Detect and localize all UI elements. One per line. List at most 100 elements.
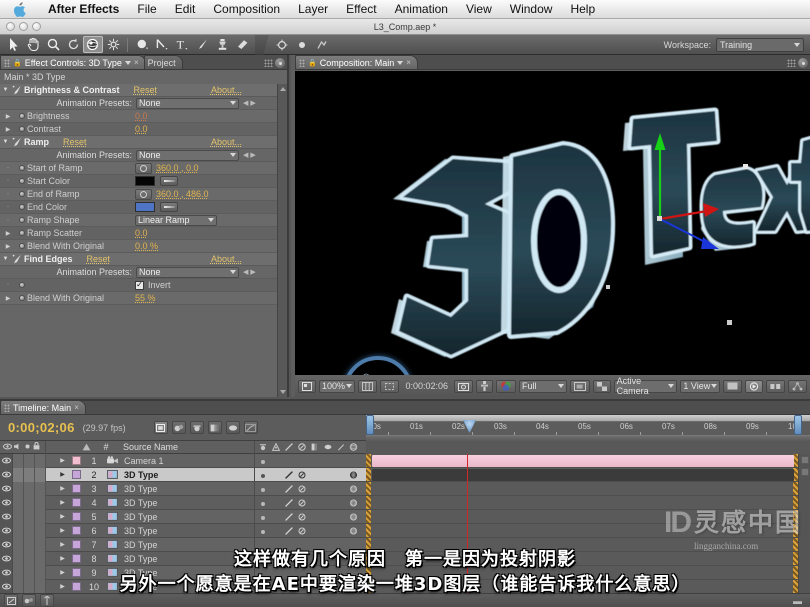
menu-effect[interactable]: Effect — [337, 0, 385, 19]
camera-view-dropdown[interactable]: Active Camera — [613, 376, 678, 396]
always-preview-button[interactable] — [298, 379, 316, 393]
puppet-overlap-tool[interactable] — [292, 36, 312, 53]
disclosure-triangle-icon[interactable]: ▶ — [56, 541, 69, 548]
video-toggle[interactable] — [0, 523, 13, 538]
three-d-renderer-button[interactable] — [788, 379, 808, 393]
close-icon[interactable]: × — [406, 58, 411, 67]
stopwatch-icon[interactable] — [16, 126, 27, 132]
about-link[interactable]: About... — [211, 254, 242, 264]
start-color-swatch[interactable] — [135, 176, 155, 186]
preset-nav-arrows[interactable]: ◀ ▶ — [243, 99, 256, 107]
shy-toggle[interactable] — [258, 526, 267, 535]
layer-switches[interactable] — [254, 454, 366, 468]
param-row-ramp-scatter[interactable]: ▶ Ramp Scatter 0.0 — [0, 227, 287, 240]
disclosure-triangle-icon[interactable]: ▶ — [56, 513, 69, 520]
quality-toggle[interactable] — [284, 498, 293, 507]
layer-bar[interactable] — [372, 469, 794, 481]
fast-previews-button[interactable] — [745, 379, 764, 393]
reset-link[interactable]: Reset — [63, 137, 87, 147]
region-of-interest-button[interactable] — [380, 379, 400, 393]
disclosure-triangle-icon[interactable]: ▶ — [0, 243, 16, 250]
menu-help[interactable]: Help — [561, 0, 604, 19]
layer-name[interactable]: 3D Type — [121, 540, 254, 550]
shy-toggle[interactable] — [258, 456, 267, 465]
eyedropper-icon[interactable] — [160, 202, 178, 212]
fx-icon[interactable] — [11, 137, 24, 147]
tab-timeline-main[interactable]: Timeline: Main × — [0, 400, 86, 414]
label-color-swatch[interactable] — [69, 512, 84, 521]
three-d-toggle[interactable] — [349, 526, 358, 535]
audio-toggle[interactable] — [13, 454, 24, 468]
tab-menu-icon[interactable] — [124, 60, 131, 65]
layer-name[interactable]: 3D Type — [121, 554, 254, 564]
zoom-dropdown[interactable]: 100% — [319, 379, 356, 393]
invert-checkbox[interactable]: ✓ — [135, 280, 144, 290]
label-color-swatch[interactable] — [69, 568, 84, 577]
audio-toggle[interactable] — [13, 481, 24, 496]
frame-blend-toggle[interactable] — [310, 498, 319, 507]
audio-toggle[interactable] — [13, 579, 24, 593]
solo-toggle[interactable] — [24, 565, 35, 580]
panel-menu-icon[interactable] — [798, 58, 808, 68]
show-snapshot-button[interactable] — [476, 379, 493, 393]
effects-toggle[interactable] — [297, 526, 306, 535]
current-timecode[interactable]: 0:00;02;06 — [0, 420, 75, 435]
toggle-switches-modes-icon[interactable] — [4, 594, 18, 607]
live-update-icon[interactable] — [153, 421, 168, 434]
lock-toggle[interactable] — [35, 481, 46, 496]
label-color-swatch[interactable] — [69, 526, 84, 535]
lock-toggle[interactable] — [35, 565, 46, 580]
timeline-track-area[interactable] — [366, 454, 810, 593]
take-snapshot-button[interactable] — [454, 379, 473, 393]
panel-grip-icon[interactable] — [4, 58, 10, 67]
timeline-zoom-control[interactable]: ▬ — [793, 596, 810, 606]
graph-editor-icon[interactable] — [243, 421, 258, 434]
table-row[interactable]: ▶ 10 3D Type — [0, 579, 366, 593]
layer-switches[interactable] — [254, 565, 366, 580]
reset-link[interactable]: Reset — [87, 254, 111, 264]
param-row-end-of-ramp[interactable]: · End of Ramp 360.0 , 486.0 — [0, 188, 287, 201]
enable-frame-blending-icon[interactable] — [207, 421, 222, 434]
table-row[interactable]: ▶ 4 3D Type — [0, 495, 366, 510]
apple-icon[interactable] — [14, 1, 27, 17]
stopwatch-icon[interactable] — [16, 282, 27, 288]
solo-toggle[interactable] — [24, 523, 35, 538]
stopwatch-icon[interactable] — [16, 295, 27, 301]
lock-toggle[interactable] — [35, 467, 46, 482]
zoom-tool[interactable] — [43, 36, 63, 53]
eraser-tool[interactable] — [232, 36, 252, 53]
scroll-thumb[interactable] — [801, 468, 809, 476]
effects-toggle[interactable] — [297, 498, 306, 507]
layer-name[interactable]: 3D Type — [121, 484, 254, 494]
audio-toggle[interactable] — [13, 523, 24, 538]
disclosure-triangle-icon[interactable]: ▶ — [0, 126, 16, 133]
param-value[interactable]: 360.0 , 0.0 — [156, 163, 199, 173]
panel-grip-icon[interactable] — [299, 58, 305, 67]
effects-toggle[interactable] — [297, 484, 306, 493]
transparency-grid-button[interactable] — [592, 379, 611, 393]
animation-presets-dropdown[interactable]: None — [136, 266, 239, 278]
three-d-toggle[interactable] — [349, 470, 358, 479]
effect-header-find-edges[interactable]: ▼ Find Edges Reset About... — [0, 253, 287, 266]
disclosure-triangle-icon[interactable]: ▶ — [56, 569, 69, 576]
video-toggle[interactable] — [0, 579, 13, 593]
layer-name[interactable]: 3D Type — [121, 470, 254, 480]
layer-number-header[interactable]: # — [95, 442, 117, 452]
param-row-findedges-blend[interactable]: ▶ Blend With Original 55 % — [0, 292, 287, 305]
quality-toggle[interactable] — [284, 484, 293, 493]
disclosure-triangle-icon[interactable]: ▶ — [56, 457, 69, 464]
label-color-swatch[interactable] — [69, 470, 84, 479]
param-row-ramp-blend[interactable]: ▶ Blend With Original 0.0 % — [0, 240, 287, 253]
region-of-interest-toggle[interactable] — [569, 379, 590, 393]
menu-edit[interactable]: Edit — [166, 0, 205, 19]
effects-toggle[interactable] — [297, 512, 306, 521]
disclosure-triangle-icon[interactable]: ▶ — [0, 113, 16, 120]
layer-switches[interactable] — [254, 495, 366, 510]
lock-toggle[interactable] — [35, 537, 46, 552]
adjustment-toggle[interactable] — [336, 498, 345, 507]
disclosure-triangle-icon[interactable]: ▶ — [56, 499, 69, 506]
video-toggle[interactable] — [0, 467, 13, 482]
time-ruler[interactable]: 00s 01s 02s 03s 04s 05s 06s 07s 08s 09s … — [366, 415, 810, 441]
collapse-toggle[interactable] — [271, 526, 280, 535]
disclosure-triangle-icon[interactable]: ▶ — [56, 471, 69, 478]
